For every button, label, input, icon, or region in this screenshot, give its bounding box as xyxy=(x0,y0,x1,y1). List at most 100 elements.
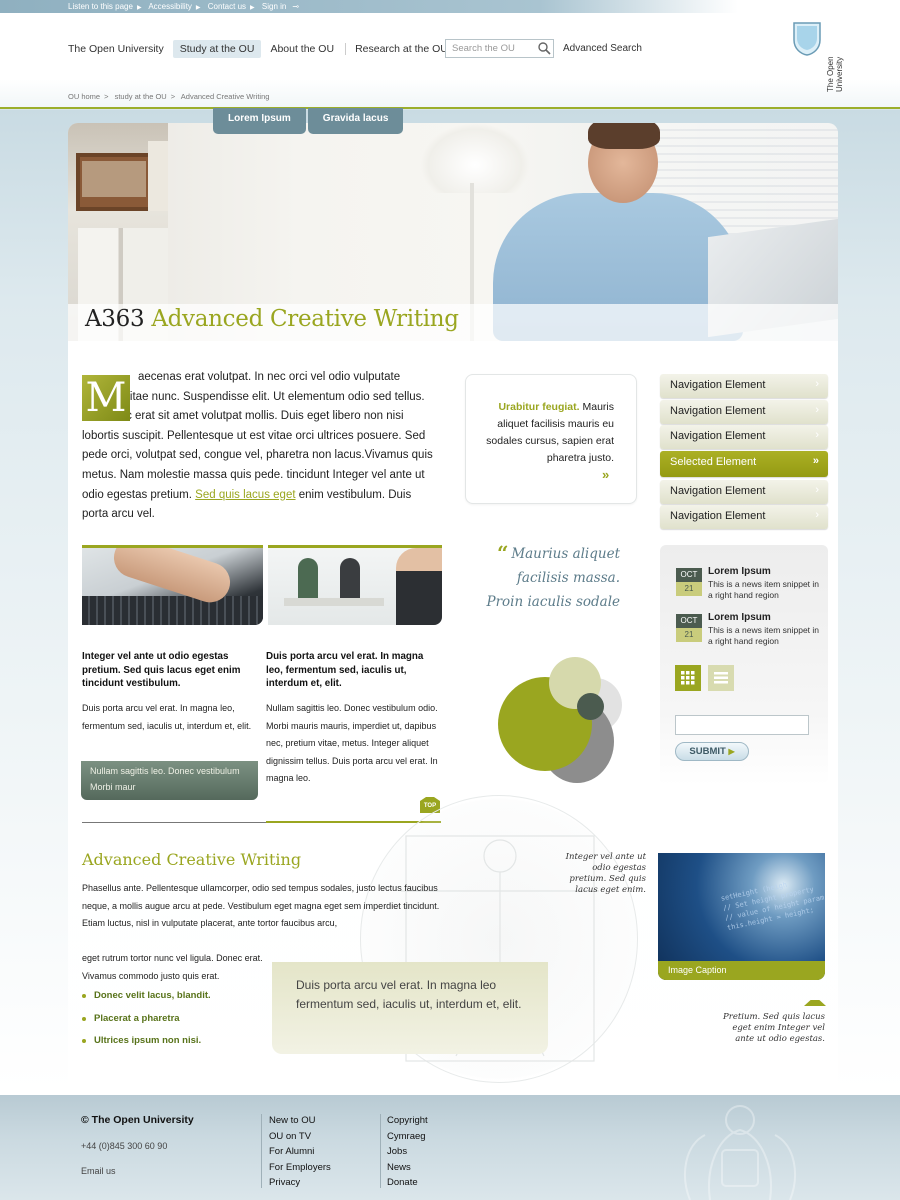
footer-link[interactable]: Privacy xyxy=(269,1175,331,1191)
list-view-button[interactable] xyxy=(708,665,734,691)
listen-link[interactable]: Listen to this page xyxy=(68,2,133,11)
chevron-right-icon: › xyxy=(815,403,819,416)
list-item: Ultrices ipsum non nisi. xyxy=(82,1035,211,1046)
footer-link[interactable]: Donate xyxy=(387,1175,428,1191)
arrow-icon: ▶ xyxy=(195,5,201,11)
typing-photo xyxy=(82,548,263,625)
course-code: A363 xyxy=(85,306,145,332)
page-title: A363 Advanced Creative Writing xyxy=(85,306,459,332)
side-note: Pretium. Sed quis lacus eget enim Intege… xyxy=(723,1012,825,1044)
hero-tabs: Lorem Ipsum Gravida lacus xyxy=(213,108,405,134)
nav-element[interactable]: Navigation Element › xyxy=(660,425,828,449)
callout-highlight: Urabitur feugiat. xyxy=(498,401,580,413)
footer-separator xyxy=(380,1114,381,1188)
footer-link[interactable]: Jobs xyxy=(387,1144,428,1160)
footer-link[interactable]: For Alumni xyxy=(269,1144,331,1160)
footer-email-link[interactable]: Email us xyxy=(81,1166,116,1176)
nav-separator xyxy=(345,43,347,55)
chevron-right-icon: › xyxy=(815,429,819,441)
contact-link[interactable]: Contact us xyxy=(208,2,246,11)
column-paragraph: Duis porta arcu vel erat. In magna leo, … xyxy=(82,703,252,731)
news-item[interactable]: OCT 21 Lorem Ipsum This is a news item sn… xyxy=(676,566,821,602)
decorative-circle xyxy=(577,693,604,720)
news-title[interactable]: Lorem Ipsum xyxy=(708,612,771,623)
nav-element[interactable]: Navigation Element › xyxy=(660,505,828,529)
section-paragraph-continued: eget rutrum tortor nunc vel ligula. Done… xyxy=(82,953,263,981)
footer-links-1: New to OU OU on TV For Alumni For Employ… xyxy=(269,1113,331,1191)
breadcrumb-item[interactable]: OU home xyxy=(68,92,100,101)
footer-brand: © The Open University xyxy=(81,1114,194,1126)
text-input[interactable] xyxy=(675,715,809,735)
image-caption: Image Caption xyxy=(658,961,825,980)
list-icon xyxy=(714,672,728,684)
submit-button[interactable]: SUBMIT ▶ xyxy=(675,742,749,761)
nav-element-selected[interactable]: Selected Element» xyxy=(660,450,828,477)
sign-in-link[interactable]: Sign in xyxy=(262,2,286,11)
footer-link[interactable]: News xyxy=(387,1160,428,1176)
breadcrumb: OU home > study at the OU > Advanced Creat… xyxy=(68,92,270,101)
coat-of-arms-watermark xyxy=(684,1105,796,1200)
nav-study[interactable]: Study at the OU xyxy=(172,40,262,58)
section-paragraph: Phasellus ante. Pellentesque ullamcorper… xyxy=(82,883,440,928)
arrow-icon: ▶ xyxy=(136,5,142,11)
chevron-right-icon: › xyxy=(815,483,819,496)
side-navigation: Navigation Element › Navigation Element › … xyxy=(660,374,828,531)
bullet-list: Donec velit lacus, blandit. Placerat a p… xyxy=(82,990,211,1058)
ou-shield-logo[interactable] xyxy=(793,22,821,56)
nav-ou-home[interactable]: The Open University xyxy=(68,40,171,58)
course-name: Advanced Creative Writing xyxy=(151,306,459,332)
utility-bar: Listen to this page ▶ Accessibility ▶ Cont… xyxy=(0,0,900,13)
play-icon: ▶ xyxy=(728,747,735,756)
news-snippet: This is a news item snippet in a right h… xyxy=(708,579,820,600)
tab-lorem-ipsum[interactable]: Lorem Ipsum xyxy=(213,108,306,134)
pull-quote: Duis porta arcu vel erat. In magna leo f… xyxy=(272,962,548,1054)
key-icon: ⊸ xyxy=(292,2,300,11)
top-navigation: The Open University Study at the OU Abou… xyxy=(68,40,462,58)
list-item: Placerat a pharetra xyxy=(82,1013,211,1024)
news-snippet: This is a news item snippet in a right h… xyxy=(708,625,820,646)
nav-about[interactable]: About the OU xyxy=(263,40,341,58)
column-heading: Integer vel ante ut odio egestas pretium… xyxy=(82,651,241,689)
date-badge: OCT 21 xyxy=(676,568,702,598)
arrow-icon: ▶ xyxy=(250,5,255,11)
intro-link[interactable]: Sed quis lacus eget xyxy=(195,489,295,501)
footer-phone: +44 (0)845 300 60 90 xyxy=(81,1141,168,1151)
footer-links-2: Copyright Cymraeg Jobs News Donate xyxy=(387,1113,428,1191)
breadcrumb-item: Advanced Creative Writing xyxy=(180,92,270,101)
grid-icon xyxy=(681,671,695,685)
breadcrumb-item[interactable]: study at the OU xyxy=(115,92,167,101)
footer-link[interactable]: Cymraeg xyxy=(387,1129,428,1145)
grid-view-button[interactable] xyxy=(675,665,701,691)
side-note: Integer vel ante ut odio egestas pretium… xyxy=(565,852,646,895)
double-arrow-icon[interactable]: » xyxy=(602,467,609,482)
caption-image: setHeight (heigh// Set height property//… xyxy=(658,853,825,980)
date-badge: OCT 21 xyxy=(676,614,702,644)
chevron-right-icon: › xyxy=(815,509,819,521)
chevron-right-icon: › xyxy=(815,378,819,390)
nav-element[interactable]: Navigation Element › xyxy=(660,374,828,398)
tab-gravida-lacus[interactable]: Gravida lacus xyxy=(307,108,404,134)
drop-cap: M xyxy=(82,375,130,421)
intro-paragraph: aecenas erat volutpat. In nec orci vel o… xyxy=(82,371,433,521)
advanced-search-link[interactable]: Advanced Search xyxy=(563,43,642,54)
news-item[interactable]: OCT 21 Lorem Ipsum This is a news item sn… xyxy=(676,612,821,648)
nav-element[interactable]: Navigation Element › xyxy=(660,399,828,424)
list-item: Donec velit lacus, blandit. xyxy=(82,990,211,1001)
meeting-photo xyxy=(268,548,442,625)
nav-element[interactable]: Navigation Element › xyxy=(660,479,828,504)
column-paragraph: Nullam sagittis leo. Donec vestibulum od… xyxy=(266,703,438,783)
footer-link[interactable]: OU on TV xyxy=(269,1129,331,1145)
nav-research[interactable]: Research at the OU xyxy=(348,40,455,58)
accessibility-link[interactable]: Accessibility xyxy=(148,2,192,11)
footer-link[interactable]: New to OU xyxy=(269,1113,331,1129)
footer-link[interactable]: Copyright xyxy=(387,1113,428,1129)
code-graphic: setHeight (heigh// Set height property//… xyxy=(720,880,825,933)
callout-box: Urabitur feugiat. Mauris aliquet facilis… xyxy=(465,374,637,504)
quote-text: Maurius aliquet facilisis massa. Proin i… xyxy=(486,546,621,610)
header-divider xyxy=(0,107,900,109)
grey-note-box: Nullam sagittis leo. Donec vestibulum Mo… xyxy=(81,761,258,800)
search-icon[interactable] xyxy=(537,41,551,55)
logo-text: The Open University xyxy=(826,56,844,92)
news-title[interactable]: Lorem Ipsum xyxy=(708,566,771,577)
footer-link[interactable]: For Employers xyxy=(269,1160,331,1176)
